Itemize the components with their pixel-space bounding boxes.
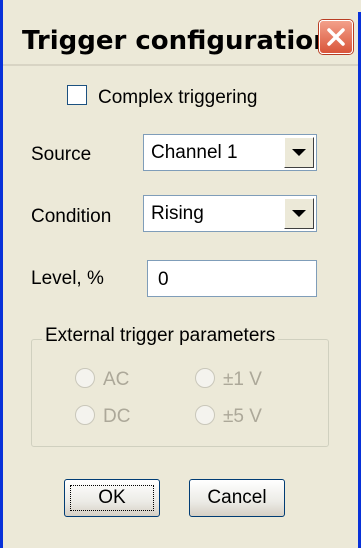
title-separator bbox=[3, 64, 358, 66]
radio-5v[interactable] bbox=[195, 405, 215, 425]
condition-value: Rising bbox=[151, 203, 204, 224]
ok-button[interactable]: OK bbox=[64, 479, 160, 517]
close-button[interactable] bbox=[319, 20, 353, 54]
close-icon bbox=[327, 28, 345, 46]
source-label: Source bbox=[31, 144, 92, 165]
cancel-button[interactable]: Cancel bbox=[189, 479, 285, 517]
source-dropdown-button[interactable] bbox=[284, 137, 314, 168]
condition-select[interactable]: Rising bbox=[143, 195, 317, 232]
external-trigger-title: External trigger parameters bbox=[42, 325, 279, 347]
chevron-down-icon bbox=[292, 210, 306, 217]
condition-label: Condition bbox=[31, 206, 112, 227]
source-select[interactable]: Channel 1 bbox=[143, 134, 317, 171]
complex-triggering-checkbox[interactable] bbox=[67, 85, 87, 105]
radio-ac-label: AC bbox=[103, 369, 130, 390]
chevron-down-icon bbox=[292, 149, 306, 156]
radio-ac[interactable] bbox=[75, 368, 95, 388]
radio-5v-label: ±5 V bbox=[223, 406, 262, 427]
level-input[interactable]: 0 bbox=[147, 260, 317, 297]
level-value: 0 bbox=[158, 269, 169, 290]
level-label: Level, % bbox=[31, 268, 104, 289]
radio-1v-label: ±1 V bbox=[223, 369, 262, 390]
window-title: Trigger configuration bbox=[22, 26, 332, 56]
source-value: Channel 1 bbox=[151, 142, 238, 163]
external-trigger-group bbox=[31, 339, 329, 447]
focus-rect bbox=[70, 485, 154, 511]
radio-1v[interactable] bbox=[195, 368, 215, 388]
radio-dc-label: DC bbox=[103, 406, 131, 427]
cancel-button-label: Cancel bbox=[207, 487, 267, 508]
condition-dropdown-button[interactable] bbox=[284, 198, 314, 229]
complex-triggering-label[interactable]: Complex triggering bbox=[98, 87, 257, 109]
title-bar[interactable] bbox=[6, 0, 361, 12]
radio-dc[interactable] bbox=[75, 405, 95, 425]
